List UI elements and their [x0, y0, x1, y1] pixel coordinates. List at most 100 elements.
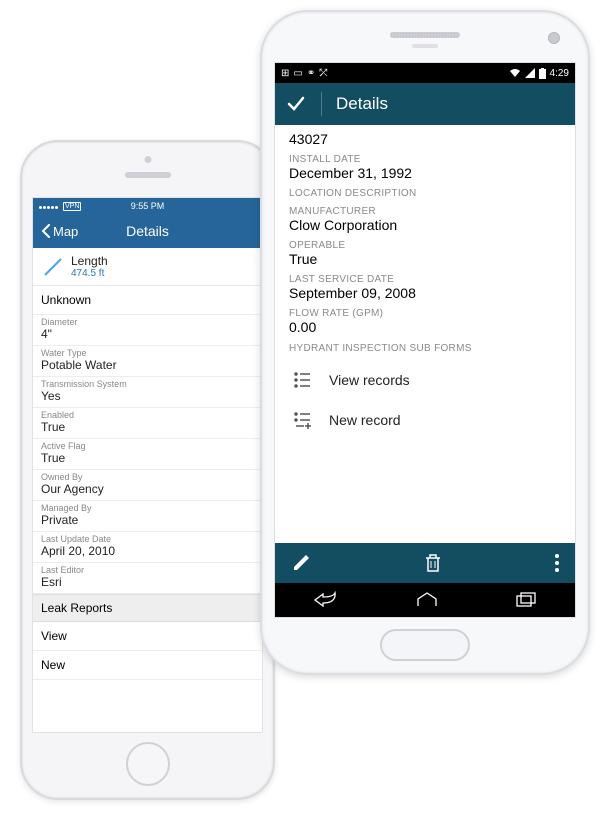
field-value: Clow Corporation [289, 217, 561, 233]
field-row: INSTALL DATEDecember 31, 1992 [289, 154, 561, 181]
field-value: 4" [41, 327, 254, 341]
android-navbar [275, 583, 575, 617]
field-row: Last EditorEsri [33, 563, 262, 594]
iphone-speaker [125, 172, 171, 178]
field-row: FLOW RATE (GPM)0.00 [289, 308, 561, 335]
field-label: Active Flag [41, 441, 254, 451]
list-icon [293, 370, 313, 390]
vpn-icon: VPN [63, 202, 81, 211]
field-value: Our Agency [41, 482, 254, 496]
sync-icon: ⤱ [319, 68, 327, 79]
view-records-label: View records [329, 372, 410, 388]
feature-header[interactable]: Length 474.5 ft [33, 248, 262, 286]
field-label: Enabled [41, 410, 254, 420]
new-record-label: New record [329, 412, 401, 428]
field-label: MANUFACTURER [289, 206, 561, 217]
field-label: Last Update Date [41, 534, 254, 544]
field-label: OPERABLE [289, 240, 561, 251]
done-icon[interactable] [285, 93, 307, 115]
notif-icon: ⊞ [281, 68, 289, 79]
android-device: ⊞ ▭ ⚭ ⤱ 4:29 Details 43027 INSTALL DATED… [260, 10, 590, 675]
field-label: Diameter [41, 317, 254, 327]
feature-title: Length [71, 254, 108, 268]
android-home-button[interactable] [380, 629, 470, 661]
field-label: FLOW RATE (GPM) [289, 308, 561, 319]
list-add-icon [293, 410, 313, 430]
edit-icon[interactable] [291, 553, 311, 573]
nav-home-icon[interactable] [416, 592, 438, 608]
field-value: April 20, 2010 [41, 544, 254, 558]
wifi-icon [509, 68, 521, 78]
unknown-row: Unknown [33, 286, 262, 315]
subforms-header: Leak Reports [33, 594, 262, 622]
field-row: Owned ByOur Agency [33, 470, 262, 501]
signal-icon [39, 201, 59, 211]
nav-recent-icon[interactable] [515, 592, 537, 608]
field-row: LAST SERVICE DATESeptember 09, 2008 [289, 274, 561, 301]
statusbar-time: 4:29 [550, 68, 569, 79]
actionbar-divider [321, 92, 322, 116]
subforms-header: HYDRANT INSPECTION SUB FORMS [289, 343, 561, 354]
new-row[interactable]: New [33, 651, 262, 680]
line-feature-icon [41, 255, 65, 279]
field-value: True [41, 420, 254, 434]
field-label: LAST SERVICE DATE [289, 274, 561, 285]
field-label: Transmission System [41, 379, 254, 389]
back-button[interactable]: Map [41, 224, 78, 239]
android-bottom-toolbar [275, 543, 575, 583]
field-value: 0.00 [289, 319, 561, 335]
android-camera-dot [548, 32, 560, 44]
field-value: Esri [41, 575, 254, 589]
back-label: Map [53, 224, 78, 239]
iphone-home-button[interactable] [126, 742, 170, 786]
notif-icon: ▭ [293, 68, 302, 79]
field-label: Water Type [41, 348, 254, 358]
field-row: Last Update DateApril 20, 2010 [33, 532, 262, 563]
feature-subtitle: 474.5 ft [71, 268, 108, 279]
field-value: Potable Water [41, 358, 254, 372]
signal-icon [525, 68, 535, 78]
field-row: EnabledTrue [33, 408, 262, 439]
navbar-title: Details [126, 223, 169, 239]
android-statusbar: ⊞ ▭ ⚭ ⤱ 4:29 [275, 63, 575, 83]
android-sensor [412, 44, 438, 48]
overflow-icon[interactable] [555, 554, 559, 572]
top-value: 43027 [289, 131, 561, 147]
ios-navbar: Map Details [33, 214, 262, 248]
android-screen: ⊞ ▭ ⚭ ⤱ 4:29 Details 43027 INSTALL DATED… [274, 62, 576, 618]
field-value: December 31, 1992 [289, 165, 561, 181]
field-value: True [41, 451, 254, 465]
android-actionbar: Details [275, 83, 575, 125]
android-speaker [390, 32, 460, 38]
delete-icon[interactable] [424, 553, 442, 573]
field-value: True [289, 251, 561, 267]
field-row: Active FlagTrue [33, 439, 262, 470]
field-label: Managed By [41, 503, 254, 513]
field-row: Managed ByPrivate [33, 501, 262, 532]
iphone-screen: VPN 9:55 PM Map Details Length 474.5 ft … [32, 197, 263, 733]
statusbar-time: 9:55 PM [131, 201, 165, 211]
view-records-row[interactable]: View records [289, 360, 561, 400]
field-value: September 09, 2008 [289, 285, 561, 301]
iphone-camera-dot [144, 156, 151, 163]
field-value: Yes [41, 389, 254, 403]
field-value: Private [41, 513, 254, 527]
field-row: Diameter4" [33, 315, 262, 346]
view-row[interactable]: View [33, 622, 262, 651]
nav-back-icon[interactable] [313, 591, 339, 609]
field-label: INSTALL DATE [289, 154, 561, 165]
actionbar-title: Details [336, 94, 388, 114]
field-row: OPERABLETrue [289, 240, 561, 267]
new-record-row[interactable]: New record [289, 400, 561, 440]
top-value-field: 43027 [289, 131, 561, 147]
field-label: LOCATION DESCRIPTION [289, 188, 561, 199]
ios-statusbar: VPN 9:55 PM [33, 198, 262, 214]
field-row: Transmission SystemYes [33, 377, 262, 408]
android-body: 43027 INSTALL DATEDecember 31, 1992 LOCAT… [275, 125, 575, 446]
field-row: Water TypePotable Water [33, 346, 262, 377]
iphone-device: VPN 9:55 PM Map Details Length 474.5 ft … [20, 140, 275, 800]
chevron-left-icon [41, 224, 51, 238]
field-row: LOCATION DESCRIPTION [289, 188, 561, 199]
field-label: Last Editor [41, 565, 254, 575]
field-label: Owned By [41, 472, 254, 482]
